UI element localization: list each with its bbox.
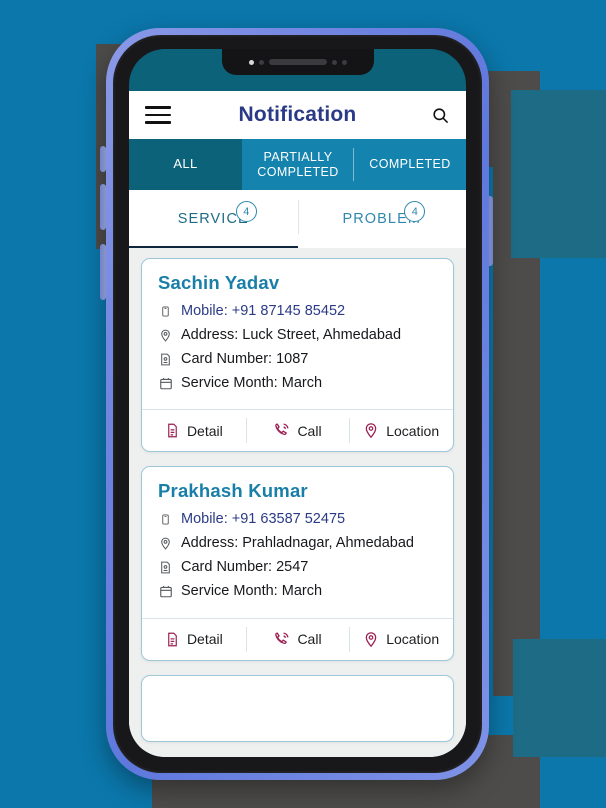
phone-screen: Notification ALL PARTIALLY COMPLETED COM… bbox=[129, 49, 466, 757]
tab-divider bbox=[297, 200, 299, 234]
contact-mobile-value: Mobile: +91 63587 52475 bbox=[181, 511, 346, 528]
card-body: Prakhash Kumar Mobile: +91 63587 52475 A… bbox=[142, 467, 453, 617]
search-icon[interactable] bbox=[424, 106, 450, 125]
card-body bbox=[142, 676, 453, 741]
location-button[interactable]: Location bbox=[349, 619, 453, 660]
contact-name: Sachin Yadav bbox=[158, 272, 280, 293]
id-card-icon bbox=[158, 351, 173, 368]
sensor-dot-icon-3 bbox=[341, 59, 347, 65]
page-title: Notification bbox=[238, 103, 357, 126]
filter-tab-partially-completed[interactable]: PARTIALLY COMPLETED bbox=[242, 139, 354, 190]
card-action-bar: Detail Call Location bbox=[142, 617, 453, 660]
location-pin-icon bbox=[158, 327, 173, 344]
hamburger-menu-icon[interactable] bbox=[145, 106, 171, 124]
sub-tab-bar: SERVICE 4 PROBLEM 4 bbox=[129, 190, 466, 248]
contact-mobile-row: Mobile: +91 87145 85452 bbox=[158, 302, 437, 321]
notification-card-partial[interactable] bbox=[141, 674, 454, 742]
contact-mobile-value: Mobile: +91 87145 85452 bbox=[181, 303, 346, 319]
call-label: Call bbox=[297, 631, 322, 648]
phone-bezel: Notification ALL PARTIALLY COMPLETED COM… bbox=[113, 35, 482, 773]
background-rect-bottom-right bbox=[513, 639, 606, 757]
location-pin-icon bbox=[158, 535, 173, 552]
sensor-dot-icon bbox=[258, 59, 264, 65]
contact-card-number-row: Card Number: 2547 bbox=[158, 558, 437, 577]
location-label: Location bbox=[386, 631, 440, 648]
background-rect-top-right bbox=[511, 90, 606, 258]
calendar-icon bbox=[158, 583, 173, 600]
sensor-dot-icon-2 bbox=[331, 59, 337, 65]
contact-address-row: Address: Luck Street, Ahmedabad bbox=[158, 326, 437, 345]
notification-card[interactable]: Sachin Yadav Mobile: +91 87145 85452 Add… bbox=[141, 258, 454, 453]
location-label: Location bbox=[386, 422, 440, 439]
tab-service[interactable]: SERVICE 4 bbox=[129, 190, 298, 248]
location-pin-icon bbox=[363, 422, 379, 439]
status-filter-bar: ALL PARTIALLY COMPLETED COMPLETED bbox=[129, 139, 466, 190]
document-icon bbox=[165, 422, 180, 439]
call-button[interactable]: Call bbox=[245, 619, 350, 660]
detail-button[interactable]: Detail bbox=[142, 619, 246, 660]
filter-tab-all[interactable]: ALL bbox=[129, 139, 242, 190]
app-container: Notification ALL PARTIALLY COMPLETED COM… bbox=[129, 91, 466, 757]
call-label: Call bbox=[297, 422, 322, 439]
detail-label: Detail bbox=[186, 422, 223, 439]
tab-problem-badge: 4 bbox=[404, 201, 426, 222]
notification-card[interactable]: Prakhash Kumar Mobile: +91 63587 52475 A… bbox=[141, 466, 454, 661]
card-body: Sachin Yadav Mobile: +91 87145 85452 Add… bbox=[142, 259, 453, 409]
call-button[interactable]: Call bbox=[245, 410, 350, 451]
card-action-bar: Detail Call Location bbox=[142, 409, 453, 451]
mobile-phone-icon bbox=[158, 303, 173, 320]
contact-card-number-row: Card Number: 1087 bbox=[158, 350, 437, 369]
contact-address-value: Address: Prahladnagar, Ahmedabad bbox=[181, 535, 414, 552]
contact-mobile-row: Mobile: +91 63587 52475 bbox=[158, 510, 437, 529]
phone-ringing-icon bbox=[273, 422, 290, 439]
detail-button[interactable]: Detail bbox=[142, 410, 246, 451]
mobile-phone-icon bbox=[158, 511, 173, 528]
service-month-row: Service Month: March bbox=[158, 582, 437, 601]
tab-service-badge: 4 bbox=[235, 201, 257, 222]
contact-address-value: Address: Luck Street, Ahmedabad bbox=[181, 326, 402, 343]
service-month-value: Service Month: March bbox=[181, 582, 323, 599]
location-pin-icon bbox=[363, 631, 379, 648]
service-month-row: Service Month: March bbox=[158, 374, 437, 393]
tab-problem[interactable]: PROBLEM 4 bbox=[298, 190, 467, 248]
notification-list[interactable]: Sachin Yadav Mobile: +91 87145 85452 Add… bbox=[129, 248, 466, 757]
camera-dot-icon bbox=[248, 59, 254, 65]
active-tab-indicator bbox=[129, 245, 298, 248]
service-month-value: Service Month: March bbox=[181, 374, 323, 391]
filter-tab-completed[interactable]: COMPLETED bbox=[354, 139, 466, 190]
contact-card-number-value: Card Number: 2547 bbox=[181, 559, 309, 576]
contact-name: Prakhash Kumar bbox=[158, 480, 308, 502]
phone-notch bbox=[221, 49, 374, 75]
contact-address-row: Address: Prahladnagar, Ahmedabad bbox=[158, 534, 437, 553]
location-button[interactable]: Location bbox=[349, 410, 453, 451]
document-icon bbox=[165, 631, 180, 648]
phone-ringing-icon bbox=[273, 631, 290, 648]
contact-card-number-value: Card Number: 1087 bbox=[181, 350, 309, 367]
app-bar: Notification bbox=[129, 91, 466, 139]
calendar-icon bbox=[158, 375, 173, 392]
phone-mockup: Notification ALL PARTIALLY COMPLETED COM… bbox=[106, 28, 489, 780]
speaker-grille-icon bbox=[268, 59, 327, 65]
id-card-icon bbox=[158, 559, 173, 576]
detail-label: Detail bbox=[186, 631, 223, 648]
